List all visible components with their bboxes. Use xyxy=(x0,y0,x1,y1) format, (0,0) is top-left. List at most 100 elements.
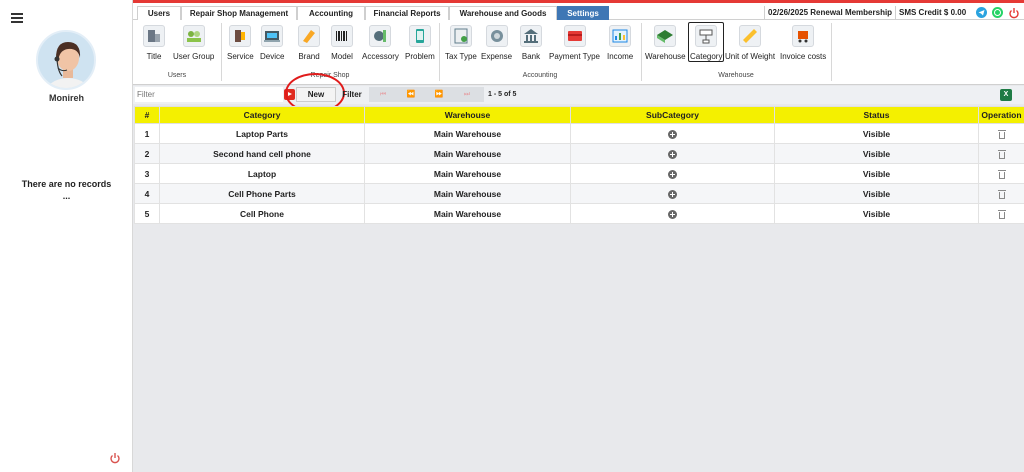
ribbon-payment-type-button[interactable]: Payment Type xyxy=(549,25,600,61)
subcategory-cell xyxy=(570,123,775,144)
add-subcategory-icon[interactable] xyxy=(668,169,677,179)
ribbon-title-button[interactable]: Title xyxy=(143,25,165,61)
telegram-icon[interactable] xyxy=(976,7,987,18)
add-subcategory-icon[interactable] xyxy=(668,129,677,139)
subcategory-cell xyxy=(570,163,775,184)
ribbon-expense-button[interactable]: Expense xyxy=(481,25,512,61)
ribbon-accessory-button[interactable]: Accessory xyxy=(362,25,399,61)
ribbon-label: Bank xyxy=(521,52,541,61)
power-icon[interactable] xyxy=(1008,7,1020,19)
empty-message: There are no records ... xyxy=(0,178,133,202)
ruler-icon xyxy=(739,25,762,47)
ribbon-user-group-button[interactable]: User Group xyxy=(173,25,214,61)
tab-warehouse-and-goods[interactable]: Warehouse and Goods xyxy=(449,6,557,20)
next-page-icon[interactable]: ⏩ xyxy=(431,89,447,100)
ribbon-problem-button[interactable]: Problem xyxy=(405,25,435,61)
col-number[interactable]: # xyxy=(134,106,160,124)
category-cell: Cell Phone xyxy=(159,203,365,224)
operation-cell xyxy=(978,203,1024,224)
tab-users[interactable]: Users xyxy=(137,6,181,20)
table-row[interactable]: 2 Second hand cell phone Main Warehouse … xyxy=(134,143,1024,164)
ribbon-unit-of-weight-button[interactable]: Unit of Weight xyxy=(725,25,775,61)
row-number: 3 xyxy=(134,163,160,184)
subcategory-cell xyxy=(570,203,775,224)
delete-icon[interactable] xyxy=(997,129,1006,139)
accessory-icon xyxy=(369,25,392,47)
ribbon-model-button[interactable]: Model xyxy=(331,25,353,61)
ribbon-brand-button[interactable]: Brand xyxy=(298,25,320,61)
table-row[interactable]: 5 Cell Phone Main Warehouse Visible xyxy=(134,203,1024,224)
ribbon-label: Brand xyxy=(298,52,320,61)
problem-phone-icon xyxy=(408,25,431,47)
group-label-users: Users xyxy=(167,72,187,79)
table-row[interactable]: 4 Cell Phone Parts Main Warehouse Visibl… xyxy=(134,183,1024,204)
warehouse-cell: Main Warehouse xyxy=(364,143,571,164)
delete-icon[interactable] xyxy=(997,169,1006,179)
row-number: 1 xyxy=(134,123,160,144)
divider xyxy=(831,23,832,81)
filter-input[interactable] xyxy=(135,87,283,102)
ribbon-label: Model xyxy=(331,52,353,61)
brand-tag-icon xyxy=(298,25,320,47)
tab-financial-reports[interactable]: Financial Reports xyxy=(365,6,449,20)
user-group-icon xyxy=(182,25,205,47)
sidebar: Monireh There are no records ... xyxy=(0,0,133,472)
ribbon-label: Title xyxy=(146,52,162,61)
delete-icon[interactable] xyxy=(997,209,1006,219)
col-status[interactable]: Status xyxy=(774,106,979,124)
ribbon-category-button[interactable]: Category xyxy=(688,22,725,62)
video-help-icon[interactable] xyxy=(284,89,295,100)
prev-page-icon[interactable]: ⏪ xyxy=(403,89,419,100)
warehouse-cell: Main Warehouse xyxy=(364,163,571,184)
device-icon xyxy=(261,25,284,47)
row-number: 2 xyxy=(134,143,160,164)
tab-accounting[interactable]: Accounting xyxy=(297,6,365,20)
menu-icon[interactable] xyxy=(11,13,23,23)
col-subcategory[interactable]: SubCategory xyxy=(570,106,775,124)
table-header: # Category Warehouse SubCategory Status … xyxy=(134,106,1024,124)
row-number: 4 xyxy=(134,183,160,204)
table-row[interactable]: 3 Laptop Main Warehouse Visible xyxy=(134,163,1024,184)
delete-icon[interactable] xyxy=(997,189,1006,199)
add-subcategory-icon[interactable] xyxy=(668,149,677,159)
ribbon-device-button[interactable]: Device xyxy=(260,25,284,61)
filter-button[interactable]: Filter xyxy=(339,87,365,102)
excel-export-icon[interactable]: X xyxy=(1000,89,1012,101)
operation-cell xyxy=(978,143,1024,164)
table-row[interactable]: 1 Laptop Parts Main Warehouse Visible xyxy=(134,123,1024,144)
last-page-icon[interactable]: ⏭ xyxy=(459,89,475,100)
building-icon xyxy=(143,25,165,47)
col-category[interactable]: Category xyxy=(159,106,365,124)
first-page-icon[interactable]: ⏮ xyxy=(375,89,391,100)
col-warehouse[interactable]: Warehouse xyxy=(364,106,571,124)
delete-icon[interactable] xyxy=(997,149,1006,159)
ribbon-service-button[interactable]: Service xyxy=(227,25,254,61)
whatsapp-icon[interactable] xyxy=(992,7,1003,18)
operation-cell xyxy=(978,163,1024,184)
ribbon-warehouse-button[interactable]: Warehouse xyxy=(645,25,686,61)
no-records-text: There are no records xyxy=(21,179,112,189)
status-cell: Visible xyxy=(774,183,979,204)
avatar[interactable] xyxy=(36,30,96,90)
ribbon-label: Payment Type xyxy=(549,52,600,61)
income-chart-icon xyxy=(609,25,632,47)
ribbon-income-button[interactable]: Income xyxy=(607,25,633,61)
ribbon-invoice-costs-button[interactable]: Invoice costs xyxy=(780,25,826,61)
ribbon-label: Device xyxy=(260,52,285,61)
membership-renewal[interactable]: 02/26/2025 Renewal Membership xyxy=(768,6,892,20)
tab-settings[interactable]: Settings xyxy=(557,6,609,20)
new-button[interactable]: New xyxy=(296,87,336,102)
tab-repair-shop-management[interactable]: Repair Shop Management xyxy=(181,6,297,20)
ribbon-tax-type-button[interactable]: Tax Type xyxy=(445,25,477,61)
row-number: 5 xyxy=(134,203,160,224)
category-cell: Laptop xyxy=(159,163,365,184)
group-label-repair-shop: Repair Shop xyxy=(310,72,350,79)
add-subcategory-icon[interactable] xyxy=(668,189,677,199)
warehouse-icon xyxy=(654,25,677,47)
logout-power-icon[interactable] xyxy=(109,452,121,464)
ribbon-bank-button[interactable]: Bank xyxy=(520,25,542,61)
subcategory-cell xyxy=(570,143,775,164)
ribbon-label: Income xyxy=(607,52,634,61)
add-subcategory-icon[interactable] xyxy=(668,209,677,219)
sms-credit[interactable]: SMS Credit $ 0.00 xyxy=(899,6,966,20)
